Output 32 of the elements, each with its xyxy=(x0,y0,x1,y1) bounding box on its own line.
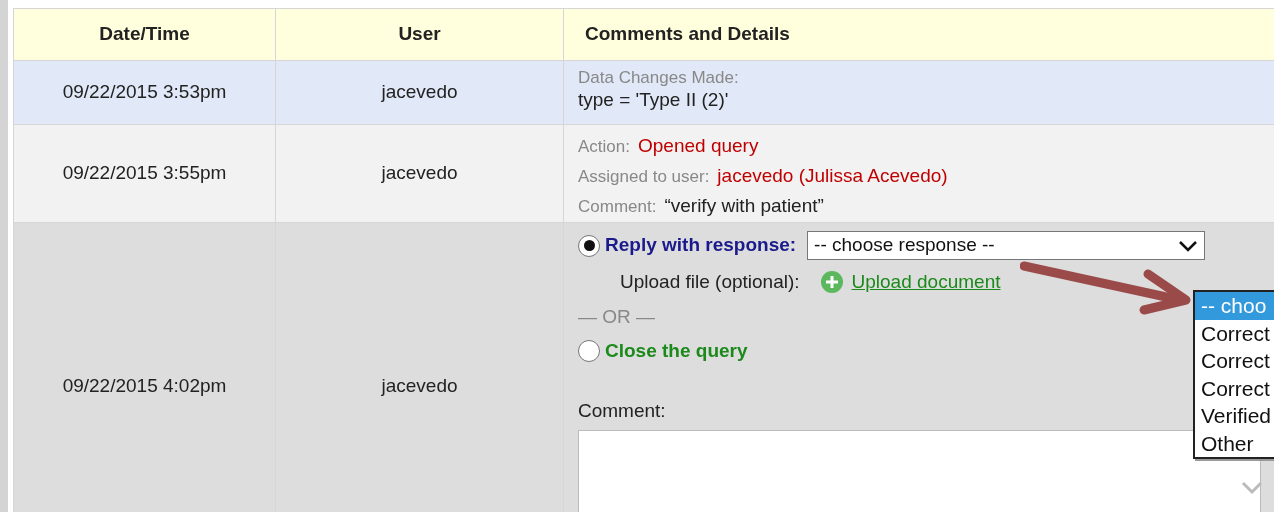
radio-button[interactable] xyxy=(578,339,600,362)
dropdown-option[interactable]: Other xyxy=(1195,429,1274,457)
separator-text: — OR — xyxy=(578,304,656,329)
column-header: Date/Time xyxy=(13,8,276,61)
field-label: Data Changes Made: xyxy=(578,67,740,89)
date-time-text: 09/22/2015 3:53pm xyxy=(62,81,227,103)
field-value: jacevedo (Julissa Acevedo) xyxy=(717,164,948,188)
field-value: type = 'Type II (2)' xyxy=(578,89,730,111)
field-label: Comment: xyxy=(578,196,657,218)
radio-label[interactable]: Reply with response: xyxy=(605,231,797,260)
response-dropdown[interactable]: -- choose response -- xyxy=(807,231,1206,260)
user-text: jacevedo xyxy=(381,162,458,184)
radio-button[interactable] xyxy=(578,234,600,257)
chevron-down-icon xyxy=(1178,239,1199,252)
scroll-down-icon[interactable] xyxy=(1240,480,1264,496)
user-text: jacevedo xyxy=(381,81,458,103)
dropdown-option[interactable]: Correct xyxy=(1195,347,1274,375)
comment-label: Comment: xyxy=(578,399,666,423)
field-label: Action: xyxy=(578,136,630,158)
field-value: “verify with patient” xyxy=(664,194,824,218)
upload-label: Upload file (optional): xyxy=(620,270,800,294)
plus-circle-icon[interactable] xyxy=(819,270,844,295)
dropdown-option[interactable]: Correct xyxy=(1195,319,1274,347)
column-header: Comments and Details xyxy=(563,8,1274,61)
date-time-text: 09/22/2015 3:55pm xyxy=(62,162,227,184)
field-label: Assigned to user: xyxy=(578,166,710,188)
dropdown-option[interactable]: Verified xyxy=(1195,402,1274,430)
column-header: User xyxy=(275,8,564,61)
user-text: jacevedo xyxy=(381,375,458,396)
dropdown-option[interactable]: Correct xyxy=(1195,374,1274,402)
field-value: Opened query xyxy=(638,134,759,158)
date-time-text: 09/22/2015 4:02pm xyxy=(62,375,227,396)
